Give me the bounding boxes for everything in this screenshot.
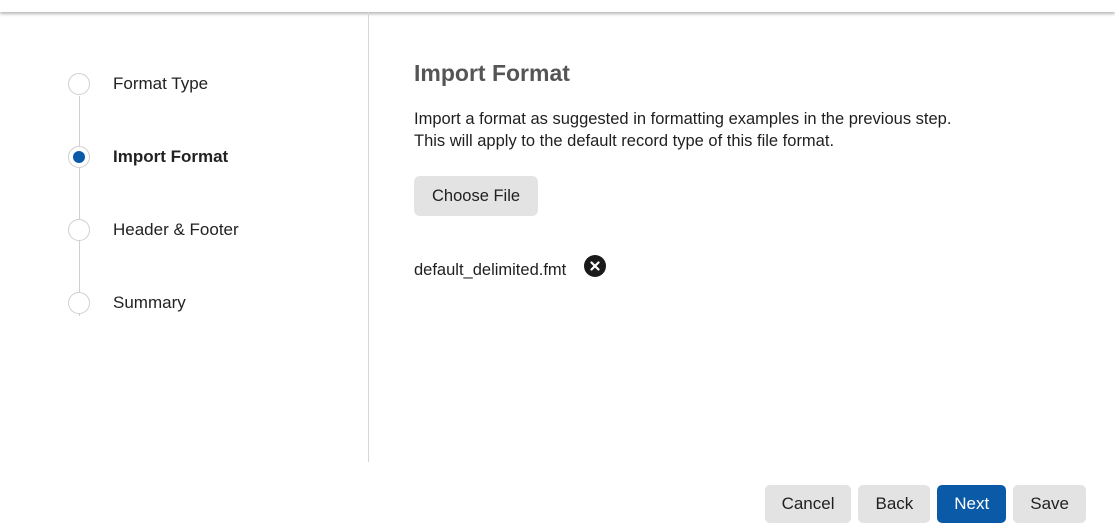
step-label: Header & Footer [113,220,239,239]
selected-file-row: default_delimited.fmt [414,255,607,282]
step-label: Format Type [113,74,209,93]
import-format-panel: Import Format Import a format as suggest… [414,58,1094,279]
wizard-actions: Cancel Back Next Save [764,485,1086,523]
step-import-format[interactable]: Import Format [68,145,228,169]
choose-file-button[interactable]: Choose File [414,176,539,216]
save-button[interactable]: Save [1013,485,1086,523]
active-dot-icon [73,151,85,163]
instructions-text: Import a format as suggested in formatti… [414,108,1054,152]
step-incomplete-indicator [68,292,90,314]
step-summary[interactable]: Summary [68,291,186,315]
step-active-indicator [68,146,90,168]
selected-file-name: default_delimited.fmt [414,260,567,279]
step-header-footer[interactable]: Header & Footer [68,218,239,242]
step-label: Import Format [113,147,229,166]
back-button[interactable]: Back [858,485,931,523]
step-incomplete-indicator [68,219,90,241]
next-button[interactable]: Next [937,485,1007,523]
instructions-line-2: This will apply to the default record ty… [414,132,835,150]
wizard-stepper: Format Type Import Format Header & Foote… [0,12,369,462]
close-circle-icon[interactable] [584,255,607,277]
cancel-button[interactable]: Cancel [764,485,852,523]
step-label: Summary [113,293,186,312]
top-bar [0,0,1115,12]
step-format-type[interactable]: Format Type [68,72,208,96]
stepper-connector-line [79,96,80,316]
step-incomplete-indicator [68,73,90,95]
instructions-line-1: Import a format as suggested in formatti… [414,110,952,128]
page-title: Import Format [414,60,570,86]
x-mark-glyph [590,261,600,271]
